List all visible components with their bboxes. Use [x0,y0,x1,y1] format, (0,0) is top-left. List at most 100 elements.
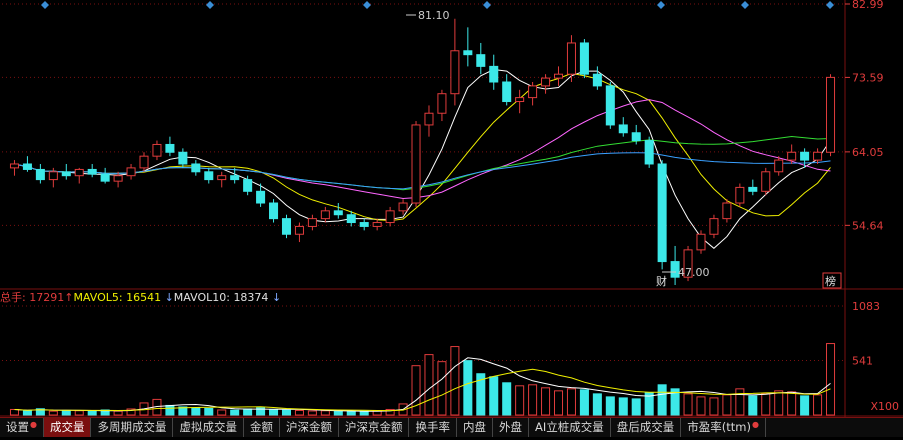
tab-label: 沪深金额 [285,420,332,434]
tab-dot-icon: ● [30,420,37,429]
event-diamond-icon [741,1,749,9]
tab-9[interactable]: 外盘 [493,418,529,437]
tab-label: 虚拟成交量 [179,420,237,434]
volume-bar [294,409,304,416]
tab-label: AI立桩成交量 [534,420,604,434]
tab-4[interactable]: 金额 [244,418,280,437]
volume-bar [683,393,693,416]
volume-bar [813,394,823,416]
candle-body [476,54,486,67]
candle-body [787,151,797,161]
volume-bar [618,397,628,416]
indicator-tab-bar: X100 设置● 成交量 多周期成交量 虚拟成交量 金额 沪深金额 沪深京金额 换手率 内盘 外盘… [0,400,903,437]
candle-body [502,81,512,103]
volume-header: 总手: 17291↑MAVOL5: 16541 ↓MAVOL10: 18374 … [0,290,281,306]
candle-body [424,112,434,126]
volume-axis-label: 541 [852,355,873,368]
volume-bar [502,382,512,416]
candle-body [631,132,641,142]
candle-body [398,202,408,212]
down-arrow-icon-2: ↓ [271,291,282,304]
ma5-line [14,68,831,249]
tab-7[interactable]: 换手率 [409,418,457,437]
volume-bar [631,398,641,416]
candle-body [139,155,149,169]
mavol10-label: MAVOL10: [173,291,230,304]
price-axis-label: 82.99 [852,0,884,11]
volume-bar [269,408,279,416]
candle-body [191,163,201,173]
candle-body [605,85,615,126]
volume-bar [74,410,84,416]
candle-body [87,168,97,175]
tab-label: 外盘 [498,420,522,434]
tab-11[interactable]: 盘后成交量 [611,418,682,437]
down-arrow-icon: ↓ [164,291,174,304]
volume-bar [204,407,214,416]
kline-chart-area[interactable]: 82.99 73.59 64.05 54.64 1083 541 81.10 47.00 … [0,0,903,436]
candle-body [618,124,628,134]
candle-body [333,210,343,216]
event-diamond-icon [363,1,371,9]
candle-body [826,76,836,153]
tab-10[interactable]: AI立桩成交量 [529,418,611,437]
tab-label: 成交量 [49,420,85,434]
candle-body [528,85,538,99]
ma10-line [14,72,831,222]
tab-0[interactable]: 设置● [0,418,44,437]
candle-body [553,73,564,79]
moving-average-lines [14,68,831,249]
candle-body [735,186,745,204]
tab-label: 盘后成交量 [616,420,675,434]
tab-8[interactable]: 内盘 [457,418,493,437]
candle-body [204,171,214,181]
candle-body [100,173,110,182]
volume-bar [592,393,602,416]
volume-bar [463,360,473,416]
tab-6[interactable]: 沪深京金额 [339,418,410,437]
tab-12[interactable]: 市盈率(ttm)● [681,418,766,437]
volume-bar [9,408,19,416]
volume-bar [191,407,201,416]
price-axis: 82.99 73.59 64.05 54.64 1083 541 [845,0,884,368]
tab-5[interactable]: 沪深金额 [280,418,339,437]
tab-label: 市盈率(ttm) [687,420,751,434]
low-price-label: 47.00 [678,266,710,279]
candle-body [489,65,499,83]
candle-body [800,151,810,161]
price-axis-label: 73.59 [852,71,884,84]
event-diamond-icon [657,1,665,9]
tab-2[interactable]: 多周期成交量 [91,418,174,437]
candle-body [35,168,45,181]
candle-body [774,159,784,173]
tab-label: 沪深京金额 [344,420,403,434]
top-diamond-markers [41,1,834,9]
volume-bar [709,397,719,416]
volume-bar [800,395,810,416]
volume-ma-lines [14,357,831,412]
candle-body [113,175,123,182]
candle-body [74,168,84,177]
candle-body [450,50,460,95]
candlestick-chart[interactable]: 82.9973.5964.0554.641083541 81.10 47.00 … [0,0,903,436]
ma60-line [14,152,831,190]
volume-bar [333,410,343,416]
high-price-label: 81.10 [418,9,450,22]
tab-label: 设置 [6,420,29,434]
tab-label: 内盘 [462,420,486,434]
volume-bar [515,385,525,416]
volume-bar [307,410,317,416]
event-diamond-icon [826,1,834,9]
candle-body [592,73,602,87]
volume-bar [553,390,564,416]
volume-bar [735,388,745,416]
candle-body [294,225,304,235]
volume-bar [489,376,499,416]
candle-body [269,202,279,220]
tab-1[interactable]: 成交量 [43,418,92,437]
event-diamond-icon [41,1,49,9]
tab-3[interactable]: 虚拟成交量 [173,418,244,437]
volume-bar [722,394,732,416]
price-axis-label: 64.05 [852,146,884,159]
candle-body [256,190,266,204]
